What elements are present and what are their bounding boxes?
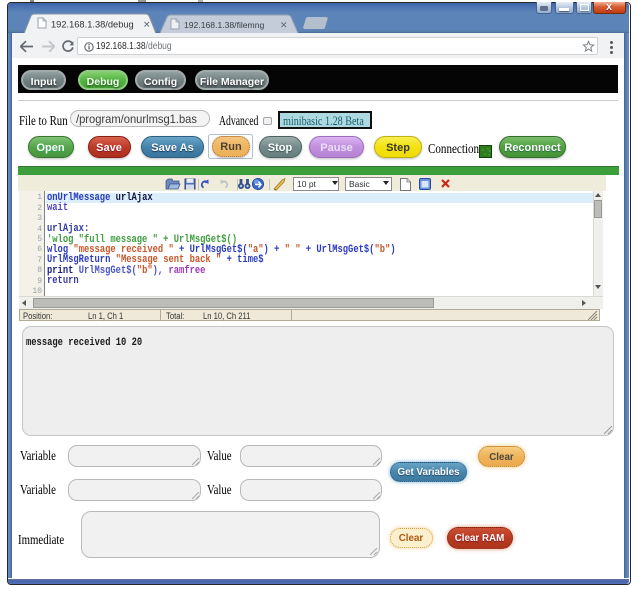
svg-text:192.168.1.38/filemng: 192.168.1.38/filemng bbox=[184, 20, 264, 30]
svg-text:192.168.1.38/debug: 192.168.1.38/debug bbox=[51, 20, 134, 30]
svg-text:✕: ✕ bbox=[280, 20, 288, 30]
svg-text:✕: ✕ bbox=[143, 20, 151, 30]
